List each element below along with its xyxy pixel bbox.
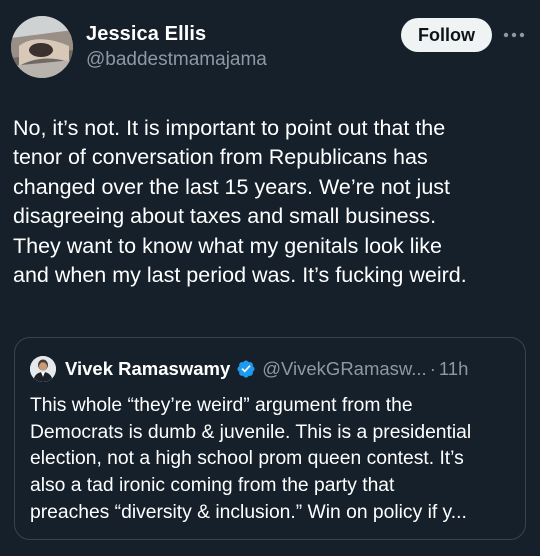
tweet-text: No, it’s not. It is important to point o… (13, 116, 467, 288)
quoted-tweet[interactable]: Vivek Ramaswamy @VivekGRamasw... · 11h T… (14, 337, 526, 540)
follow-button[interactable]: Follow (401, 18, 492, 52)
quoted-tweet-text: This whole “they’re weird” argument from… (30, 395, 472, 523)
author-avatar[interactable] (11, 16, 73, 78)
author-handle[interactable]: @baddestmamajama (86, 49, 267, 71)
tweet-card: Jessica Ellis @baddestmamajama Follow No… (0, 0, 540, 556)
more-options-button[interactable] (501, 24, 527, 44)
separator-dot: · (429, 358, 436, 379)
quoted-tweet-time[interactable]: 11h (439, 358, 469, 380)
quoted-author-name[interactable]: Vivek Ramaswamy (65, 358, 230, 380)
quoted-tweet-header: Vivek Ramaswamy @VivekGRamasw... · 11h (65, 356, 468, 382)
verified-badge-icon (236, 359, 256, 379)
quoted-author-avatar[interactable] (30, 356, 56, 382)
more-horizontal-icon (503, 25, 525, 43)
quoted-author-handle[interactable]: @VivekGRamasw... (262, 358, 426, 380)
author-name[interactable]: Jessica Ellis (86, 23, 206, 46)
